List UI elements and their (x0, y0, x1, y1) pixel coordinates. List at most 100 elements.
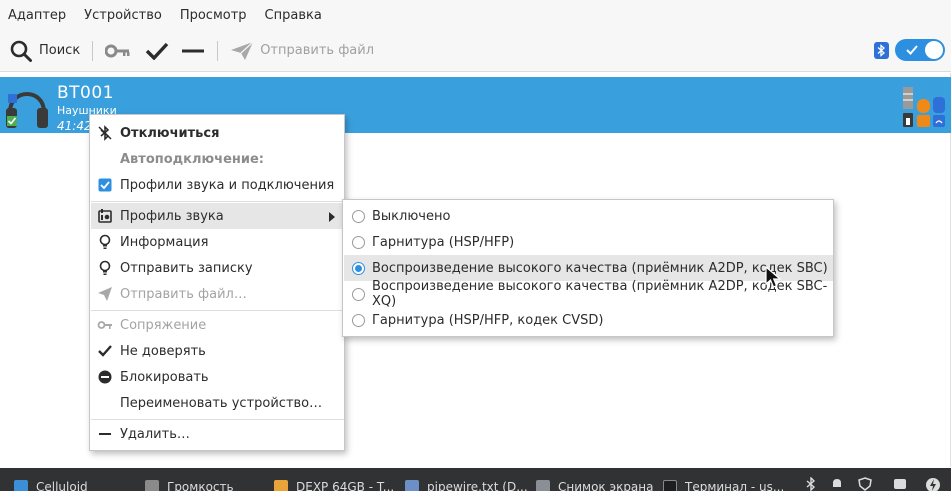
minus-icon (97, 426, 113, 442)
radio-button[interactable] (352, 314, 365, 327)
volume-icon (145, 480, 159, 491)
security-shield-icon[interactable] (858, 477, 872, 491)
radio-button[interactable] (352, 288, 365, 301)
mouse-cursor-icon (765, 265, 783, 292)
menu-item-rename[interactable]: Переименовать устройство… (91, 390, 344, 416)
profile-option-a2dp-sbc-xq[interactable]: Воспроизведение высокого качества (приём… (344, 279, 833, 309)
taskbar-item-volume[interactable]: Громкость (145, 480, 234, 491)
search-button[interactable]: Поиск (9, 35, 80, 67)
menu-item-label: Профиль звука (120, 208, 224, 224)
menu-item-label: Переименовать устройство… (120, 395, 323, 411)
menu-item-label: Сопряжение (120, 317, 207, 333)
menu-help[interactable]: Справка (265, 8, 322, 23)
bluetooth-power-switch[interactable] (895, 39, 945, 61)
menu-item-label: Отключиться (120, 125, 220, 141)
toolbar: Поиск Отправить файл (0, 30, 951, 72)
menu-item-remove[interactable]: Удалить… (91, 421, 344, 447)
minus-icon (181, 48, 205, 54)
menu-separator (91, 419, 344, 420)
bluetooth-disabled-icon (97, 125, 113, 141)
taskbar-item-label: pipewire.txt (D... (427, 480, 528, 491)
profile-option-label: Воспроизведение высокого качества (приём… (372, 260, 828, 276)
celluloid-icon (14, 480, 28, 491)
taskbar-item-label: Снимок экрана (558, 480, 654, 491)
paper-plane-icon (97, 286, 113, 302)
menu-item-untrust[interactable]: Не доверять (91, 338, 344, 364)
taskbar: Celluloid Громкость DEXP 64GB - T... pip… (0, 468, 951, 491)
audio-profile-submenu: Выключено Гарнитура (HSP/HFP) Воспроизве… (342, 199, 834, 337)
menu-item-label: Информация (120, 234, 209, 250)
power-icon[interactable] (925, 477, 941, 491)
profile-option-label: Воспроизведение высокого качества (приём… (372, 279, 828, 309)
notification-bell-icon[interactable] (831, 477, 843, 491)
menu-adapter[interactable]: Адаптер (8, 8, 66, 23)
menu-view[interactable]: Просмотр (180, 8, 247, 23)
menu-item-label: Не доверять (120, 343, 206, 359)
bluetooth-controls (874, 39, 945, 61)
taskbar-item-celluloid[interactable]: Celluloid (14, 480, 88, 491)
submenu-arrow-icon (328, 211, 336, 226)
paper-plane-icon (230, 41, 254, 61)
check-icon (145, 42, 169, 60)
taskbar-item-terminal[interactable]: Терминал - us... (663, 480, 784, 491)
autoconnect-header: Автоподключение: (91, 146, 344, 172)
menu-item-pairing[interactable]: Сопряжение (91, 312, 344, 338)
menu-item-label: Отправить записку (120, 260, 253, 276)
device-connected-time: 41:42 (57, 119, 92, 133)
profile-option-headset[interactable]: Гарнитура (HSP/HFP) (344, 229, 833, 255)
headphones-icon (4, 82, 50, 134)
switch-check-icon (906, 45, 918, 55)
taskbar-item-label: Celluloid (36, 480, 88, 491)
menu-item-send-note[interactable]: Отправить записку (91, 255, 344, 281)
folder-icon (274, 480, 288, 491)
taskbar-item-label: DEXP 64GB - T... (296, 480, 395, 491)
taskbar-item-text-editor[interactable]: pipewire.txt (D... (405, 480, 528, 491)
key-icon (105, 43, 131, 59)
profile-option-label: Гарнитура (HSP/HFP, кодек CVSD) (372, 312, 604, 328)
taskbar-item-file-manager[interactable]: DEXP 64GB - T... (274, 480, 394, 491)
menu-item-send-file[interactable]: Отправить файл… (91, 281, 344, 307)
profile-option-a2dp-sbc[interactable]: Воспроизведение высокого качества (приём… (344, 255, 833, 281)
menu-item-disconnect[interactable]: Отключиться (91, 120, 344, 146)
profile-option-label: Гарнитура (HSP/HFP) (372, 234, 515, 250)
menu-item-autoconnect-profiles[interactable]: Профили звука и подключения (91, 172, 344, 198)
radio-button[interactable] (352, 236, 365, 249)
profile-option-label: Выключено (372, 208, 451, 224)
send-file-button[interactable]: Отправить файл (230, 35, 374, 67)
menu-item-block[interactable]: Блокировать (91, 364, 344, 390)
device-name: BT001 (57, 83, 114, 103)
profile-option-off[interactable]: Выключено (344, 203, 833, 229)
pair-button[interactable] (105, 35, 131, 67)
trust-button[interactable] (145, 35, 169, 67)
toolbar-separator (217, 40, 219, 61)
taskbar-item-label: Громкость (167, 480, 234, 491)
menu-item-info[interactable]: Информация (91, 229, 344, 255)
taskbar-item-label: Терминал - us... (685, 480, 785, 491)
screenshot-icon (536, 480, 550, 491)
checkbox-checked-icon (97, 177, 113, 193)
bluetooth-tray-icon[interactable] (806, 476, 816, 491)
menu-separator (91, 201, 344, 202)
network-icon[interactable] (893, 477, 907, 491)
terminal-icon (663, 480, 677, 491)
menu-device[interactable]: Устройство (84, 8, 162, 23)
menu-item-label: Отправить файл… (120, 286, 247, 302)
menu-item-label: Блокировать (120, 369, 209, 385)
audio-card-icon (97, 208, 113, 224)
taskbar-item-screenshot[interactable]: Снимок экрана (536, 480, 653, 491)
remove-button[interactable] (181, 35, 205, 67)
menu-item-label: Профили звука и подключения (120, 177, 335, 193)
lightbulb-icon (97, 234, 113, 250)
bluetooth-icon (874, 41, 889, 59)
device-context-menu: Отключиться Автоподключение: Профили зву… (89, 114, 345, 451)
radio-button-selected[interactable] (352, 262, 365, 275)
menu-item-audio-profile[interactable]: Профиль звука (91, 203, 344, 229)
radio-button[interactable] (352, 210, 365, 223)
switch-knob (925, 41, 943, 59)
profile-option-headset-cvsd[interactable]: Гарнитура (HSP/HFP, кодек CVSD) (344, 307, 833, 333)
send-file-label: Отправить файл (260, 43, 375, 58)
toolbar-separator (92, 40, 94, 61)
search-label: Поиск (39, 43, 81, 58)
lightbulb-icon (97, 260, 113, 276)
block-icon (97, 369, 113, 385)
